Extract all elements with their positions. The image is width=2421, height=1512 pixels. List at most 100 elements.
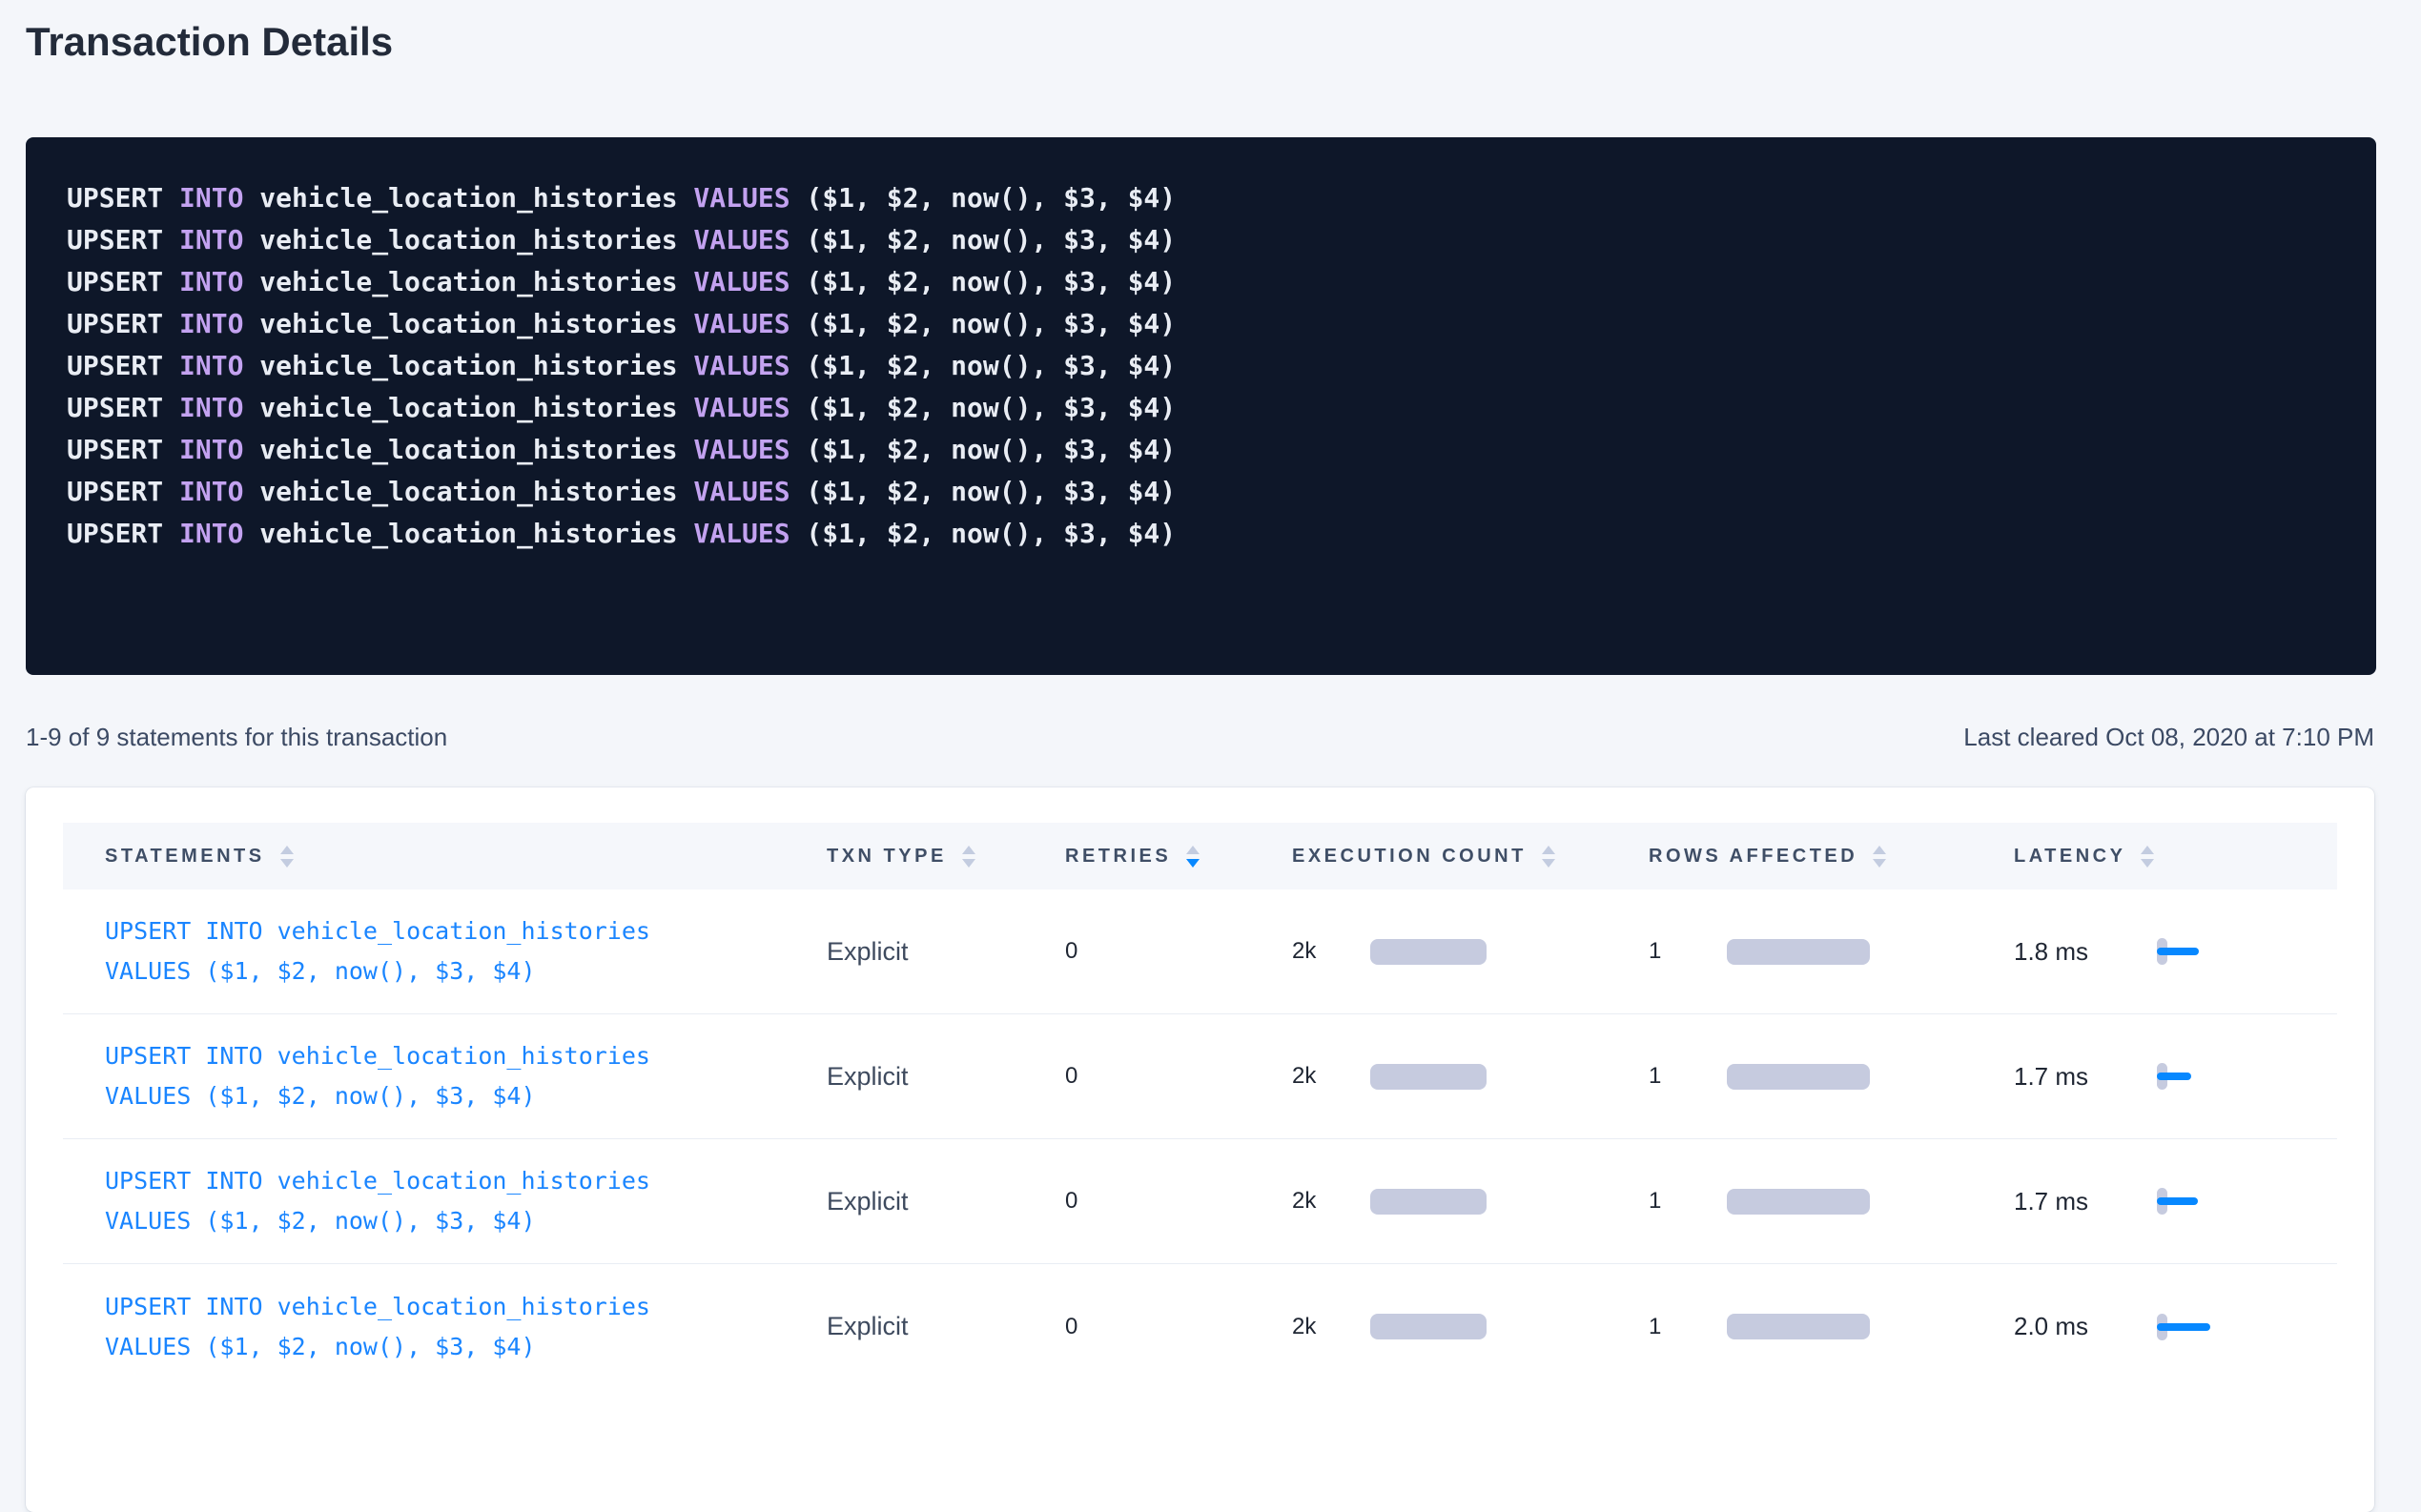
table-row: UPSERT INTO vehicle_location_histories V… — [63, 889, 2337, 1014]
rows-affected-bar — [1727, 939, 1870, 965]
latency-value: 2.0 ms — [2014, 1312, 2157, 1341]
txn-type-value: Explicit — [827, 1187, 1065, 1216]
sql-token-upsert: UPSERT — [67, 434, 163, 465]
sql-keyword-into: INTO — [179, 392, 243, 423]
execution-count-bar — [1370, 1064, 1487, 1090]
sort-arrows-icon — [280, 846, 294, 868]
sql-token-table: vehicle_location_histories — [259, 434, 677, 465]
rows-affected-cell: 1 — [1649, 1063, 2014, 1090]
column-header-retries[interactable]: RETRIES — [1065, 846, 1292, 868]
column-header-statements[interactable]: STATEMENTS — [105, 846, 827, 868]
execution-count-bar — [1370, 1189, 1487, 1215]
rows-affected-value: 1 — [1649, 938, 1727, 965]
rows-affected-cell: 1 — [1649, 1314, 2014, 1340]
sql-token-args: ($1, $2, now(), $3, $4) — [806, 224, 1176, 255]
execution-count-value: 2k — [1292, 1063, 1370, 1090]
table-row: UPSERT INTO vehicle_location_histories V… — [63, 1264, 2337, 1389]
rows-affected-value: 1 — [1649, 1063, 1727, 1090]
latency-bar — [2157, 948, 2199, 955]
latency-value: 1.8 ms — [2014, 937, 2157, 967]
rows-affected-bar — [1727, 1064, 1870, 1090]
column-header-label: TXN TYPE — [827, 846, 947, 868]
sql-token-args: ($1, $2, now(), $3, $4) — [806, 308, 1176, 339]
latency-bar-chart — [2157, 938, 2271, 965]
sql-keyword-into: INTO — [179, 308, 243, 339]
txn-type-value: Explicit — [827, 937, 1065, 967]
latency-cell: 2.0 ms — [2014, 1312, 2295, 1341]
rows-affected-value: 1 — [1649, 1314, 1727, 1340]
rows-affected-value: 1 — [1649, 1188, 1727, 1215]
sql-keyword-into: INTO — [179, 266, 243, 297]
sql-keyword-values: VALUES — [693, 434, 790, 465]
latency-bar-chart — [2157, 1314, 2271, 1340]
sql-token-table: vehicle_location_histories — [259, 350, 677, 381]
sort-arrows-icon — [1186, 846, 1200, 868]
latency-bar-chart — [2157, 1188, 2271, 1215]
sql-statement-line: UPSERTINTOvehicle_location_historiesVALU… — [67, 261, 2335, 303]
latency-bar — [2157, 1323, 2210, 1331]
column-header-label: STATEMENTS — [105, 846, 265, 868]
execution-count-cell: 2k — [1292, 938, 1649, 965]
sql-keyword-values: VALUES — [693, 476, 790, 507]
latency-cell: 1.7 ms — [2014, 1187, 2295, 1216]
statement-link[interactable]: UPSERT INTO vehicle_location_histories V… — [105, 1161, 827, 1241]
sql-token-table: vehicle_location_histories — [259, 224, 677, 255]
column-header-txn-type[interactable]: TXN TYPE — [827, 846, 1065, 868]
statement-line-2[interactable]: VALUES ($1, $2, now(), $3, $4) — [105, 951, 827, 991]
statement-line-1[interactable]: UPSERT INTO vehicle_location_histories — [105, 911, 827, 951]
rows-affected-cell: 1 — [1649, 1188, 2014, 1215]
latency-value: 1.7 ms — [2014, 1187, 2157, 1216]
sql-token-table: vehicle_location_histories — [259, 308, 677, 339]
column-header-execution-count[interactable]: EXECUTION COUNT — [1292, 846, 1649, 868]
sql-token-args: ($1, $2, now(), $3, $4) — [806, 518, 1176, 549]
statement-line-1[interactable]: UPSERT INTO vehicle_location_histories — [105, 1036, 827, 1076]
table-row: UPSERT INTO vehicle_location_histories V… — [63, 1014, 2337, 1139]
sql-token-args: ($1, $2, now(), $3, $4) — [806, 266, 1176, 297]
statement-line-1[interactable]: UPSERT INTO vehicle_location_histories — [105, 1287, 827, 1327]
sql-statements-box: UPSERT INTO vehicle_location_histories VALU… — [26, 137, 2376, 675]
sql-token-args: ($1, $2, now(), $3, $4) — [806, 392, 1176, 423]
latency-cell: 1.7 ms — [2014, 1062, 2295, 1092]
sql-statement-line: UPSERTINTOvehicle_location_historiesVALU… — [67, 429, 2335, 471]
sql-token-table: vehicle_location_histories — [259, 392, 677, 423]
rows-affected-bar — [1727, 1314, 1870, 1339]
column-header-label: ROWS AFFECTED — [1649, 846, 1857, 868]
statement-link[interactable]: UPSERT INTO vehicle_location_histories V… — [105, 1036, 827, 1116]
sql-keyword-into: INTO — [179, 476, 243, 507]
statement-line-1[interactable]: UPSERT INTO vehicle_location_histories — [105, 1161, 827, 1201]
table-meta-row: 1-9 of 9 statements for this transaction… — [26, 723, 2374, 752]
statements-count-label: 1-9 of 9 statements for this transaction — [26, 723, 447, 752]
sql-keyword-values: VALUES — [693, 266, 790, 297]
statement-line-2[interactable]: VALUES ($1, $2, now(), $3, $4) — [105, 1327, 827, 1367]
sql-token-upsert: UPSERT — [67, 308, 163, 339]
column-header-label: RETRIES — [1065, 846, 1171, 868]
statement-link[interactable]: UPSERT INTO vehicle_location_histories V… — [105, 1287, 827, 1367]
column-header-rows-affected[interactable]: ROWS AFFECTED — [1649, 846, 2014, 868]
execution-count-value: 2k — [1292, 938, 1370, 965]
sql-token-args: ($1, $2, now(), $3, $4) — [806, 182, 1176, 214]
statement-link[interactable]: UPSERT INTO vehicle_location_histories V… — [105, 911, 827, 991]
sql-keyword-values: VALUES — [693, 308, 790, 339]
page-title: Transaction Details — [26, 15, 2421, 69]
table-header-row: STATEMENTS TXN TYPE RETRIES EXECUTION CO… — [63, 823, 2337, 889]
column-header-latency[interactable]: LATENCY — [2014, 846, 2295, 868]
execution-count-bar — [1370, 939, 1487, 965]
statement-line-2[interactable]: VALUES ($1, $2, now(), $3, $4) — [105, 1201, 827, 1241]
statement-line-2[interactable]: VALUES ($1, $2, now(), $3, $4) — [105, 1076, 827, 1116]
sql-token-table: vehicle_location_histories — [259, 266, 677, 297]
latency-value: 1.7 ms — [2014, 1062, 2157, 1092]
sql-keyword-values: VALUES — [693, 350, 790, 381]
sort-arrows-icon — [2141, 846, 2154, 868]
sql-token-table: vehicle_location_histories — [259, 518, 677, 549]
execution-count-value: 2k — [1292, 1314, 1370, 1340]
execution-count-cell: 2k — [1292, 1063, 1649, 1090]
table-row: UPSERT INTO vehicle_location_histories V… — [63, 1139, 2337, 1264]
rows-affected-cell: 1 — [1649, 938, 2014, 965]
sql-token-args: ($1, $2, now(), $3, $4) — [806, 434, 1176, 465]
sql-token-upsert: UPSERT — [67, 350, 163, 381]
sql-token-args: ($1, $2, now(), $3, $4) — [806, 350, 1176, 381]
sql-statement-line: UPSERTINTOvehicle_location_historiesVALU… — [67, 219, 2335, 261]
execution-count-cell: 2k — [1292, 1188, 1649, 1215]
sql-token-table: vehicle_location_histories — [259, 476, 677, 507]
sql-keyword-values: VALUES — [693, 518, 790, 549]
